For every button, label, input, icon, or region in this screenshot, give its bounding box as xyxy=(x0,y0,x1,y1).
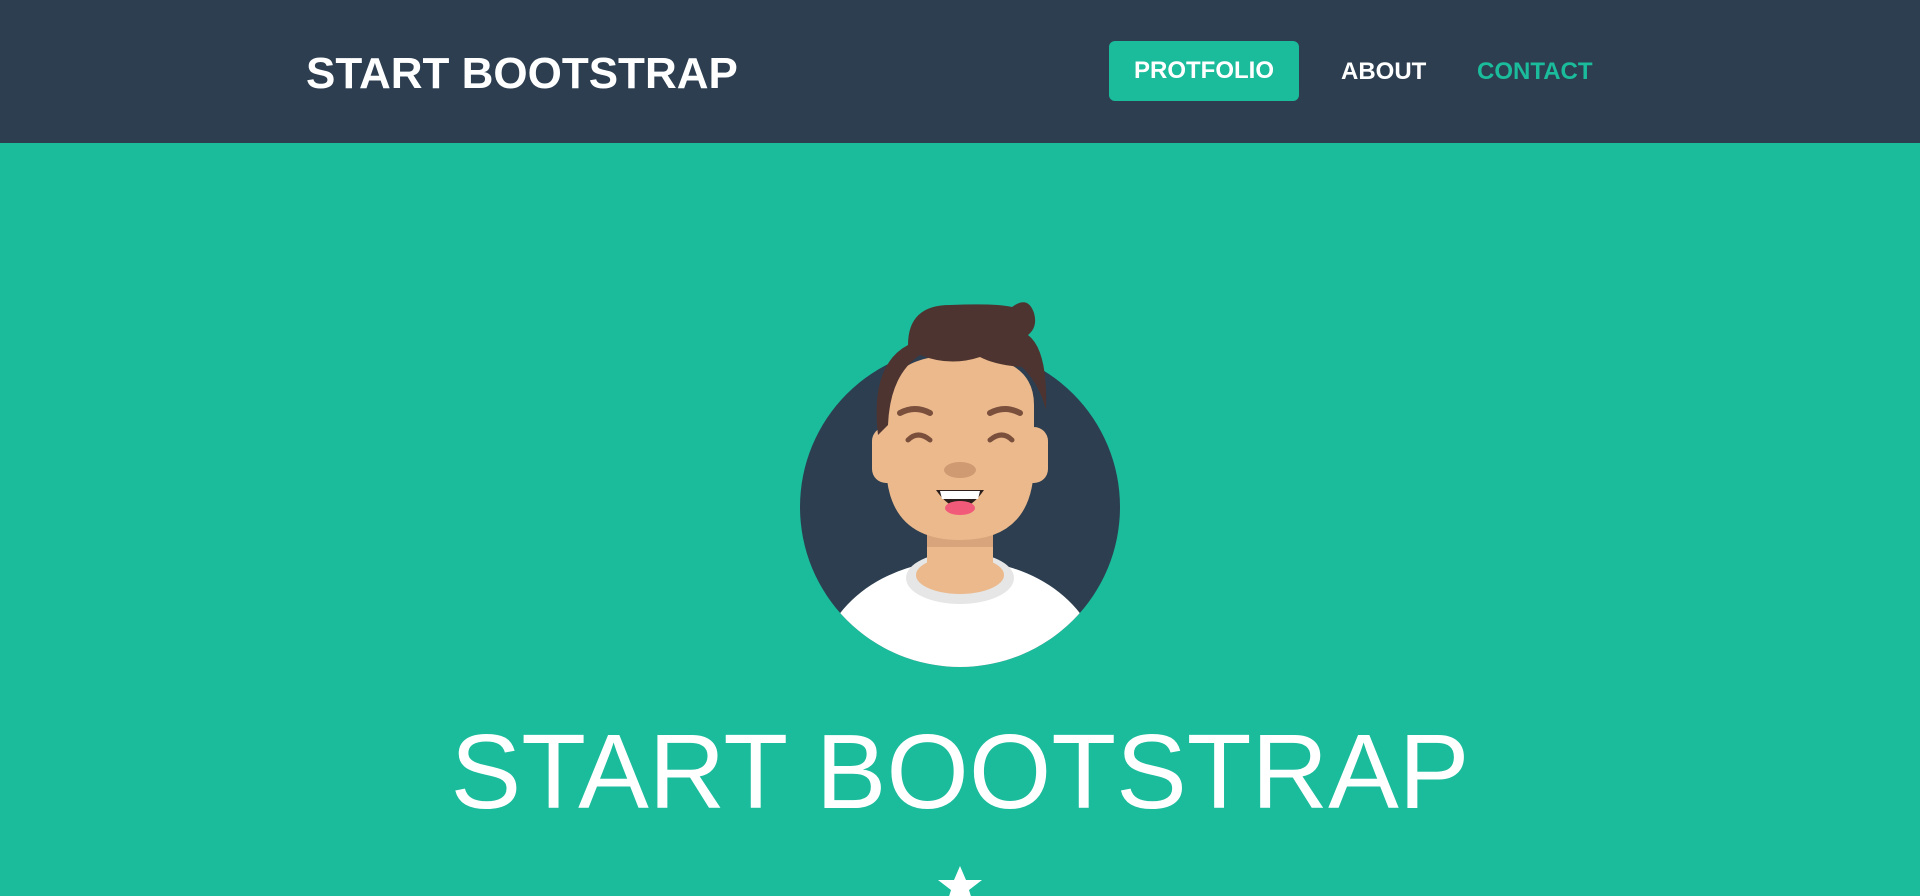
star-icon xyxy=(938,866,982,896)
masthead-heading: START BOOTSTRAP xyxy=(450,713,1470,831)
navbar: START BOOTSTRAP PROTFOLIO ABOUT CONTACT xyxy=(0,0,1920,143)
brand-link[interactable]: START BOOTSTRAP xyxy=(306,49,738,99)
nav-link-contact[interactable]: CONTACT xyxy=(1477,58,1593,86)
nav-link-about[interactable]: ABOUT xyxy=(1341,58,1426,86)
avatar-illustration xyxy=(800,302,1120,667)
nav-link-portfolio[interactable]: PROTFOLIO xyxy=(1109,41,1299,101)
